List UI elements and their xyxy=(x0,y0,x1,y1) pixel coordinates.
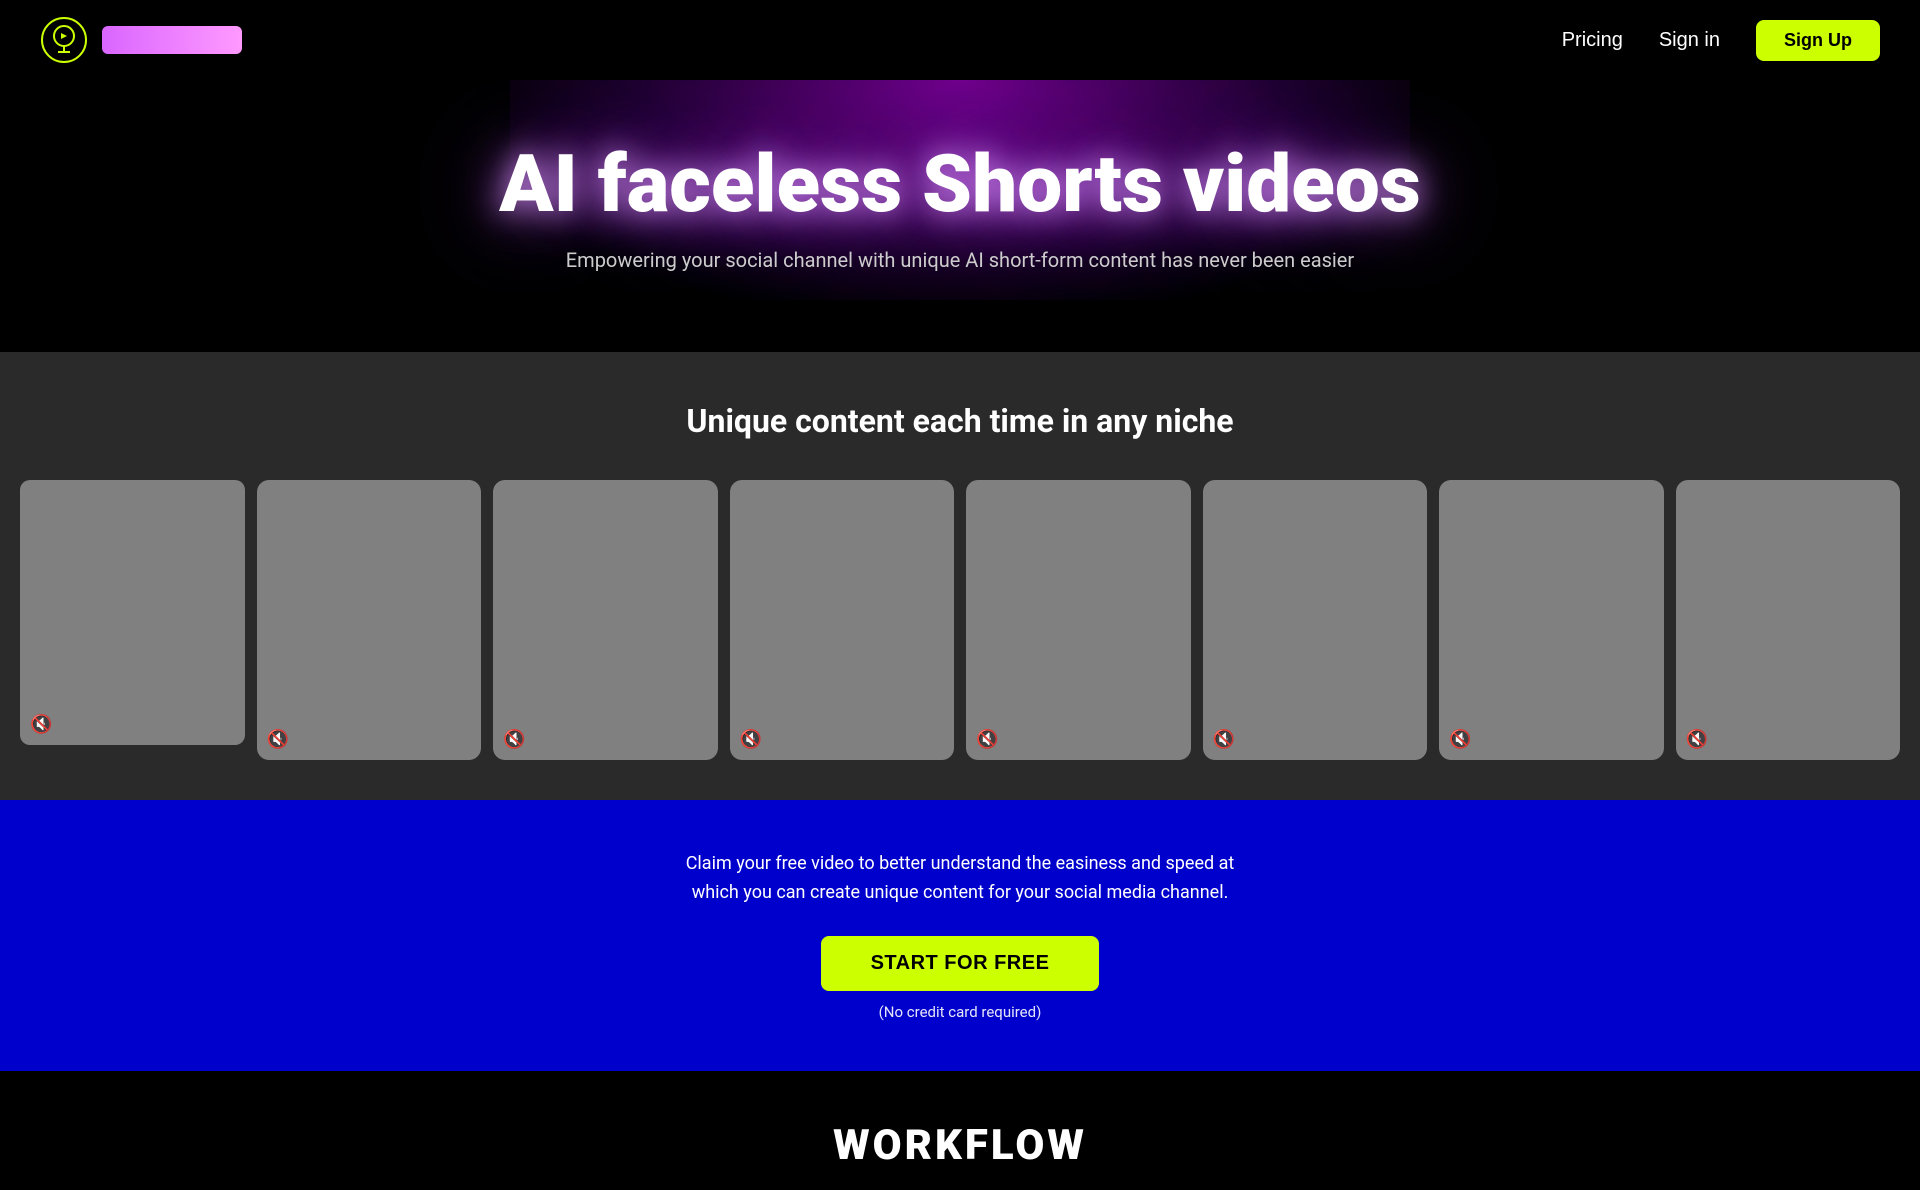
mute-icon: 🔇 xyxy=(30,714,52,735)
video-card[interactable]: 🔇 xyxy=(1203,480,1428,760)
hero-title: AI faceless Shorts videos xyxy=(40,140,1880,228)
hero-section: AI faceless Shorts videos Empowering you… xyxy=(0,80,1920,352)
workflow-section: WORKFLOW xyxy=(0,1071,1920,1190)
video-section: Unique content each time in any niche 🔇 … xyxy=(0,352,1920,800)
pricing-link[interactable]: Pricing xyxy=(1562,29,1623,52)
section-title: Unique content each time in any niche xyxy=(0,402,1920,440)
video-card[interactable]: 🔇 xyxy=(1676,480,1901,760)
mute-icon: 🔇 xyxy=(1686,729,1708,750)
workflow-title: WORKFLOW xyxy=(40,1121,1880,1170)
mute-icon: 🔇 xyxy=(267,729,289,750)
video-card[interactable]: 🔇 xyxy=(730,480,955,760)
video-card[interactable]: 🔇 xyxy=(1439,480,1664,760)
hero-subtitle: Empowering your social channel with uniq… xyxy=(40,248,1880,272)
navbar: Pricing Sign in Sign Up xyxy=(0,0,1920,80)
video-card[interactable]: 🔇 xyxy=(493,480,718,760)
video-card[interactable]: 🔇 xyxy=(20,480,245,745)
video-grid: 🔇 🔇 🔇 🔇 🔇 🔇 🔇 🔇 xyxy=(0,480,1920,760)
signup-button[interactable]: Sign Up xyxy=(1756,20,1880,61)
mute-icon: 🔇 xyxy=(976,729,998,750)
cta-note: (No credit card required) xyxy=(40,1003,1880,1021)
mute-icon: 🔇 xyxy=(740,729,762,750)
logo-wordmark xyxy=(102,26,242,54)
video-card[interactable]: 🔇 xyxy=(966,480,1191,760)
mute-icon: 🔇 xyxy=(503,729,525,750)
nav-left xyxy=(40,16,242,64)
cta-description: Claim your free video to better understa… xyxy=(660,850,1260,908)
mute-icon: 🔇 xyxy=(1213,729,1235,750)
start-free-button[interactable]: START FOR FREE xyxy=(821,936,1100,991)
cta-section: Claim your free video to better understa… xyxy=(0,800,1920,1071)
video-card[interactable]: 🔇 xyxy=(257,480,482,760)
logo-icon xyxy=(40,16,88,64)
mute-icon: 🔇 xyxy=(1449,729,1471,750)
nav-right: Pricing Sign in Sign Up xyxy=(1562,20,1880,61)
signin-link[interactable]: Sign in xyxy=(1659,29,1720,52)
